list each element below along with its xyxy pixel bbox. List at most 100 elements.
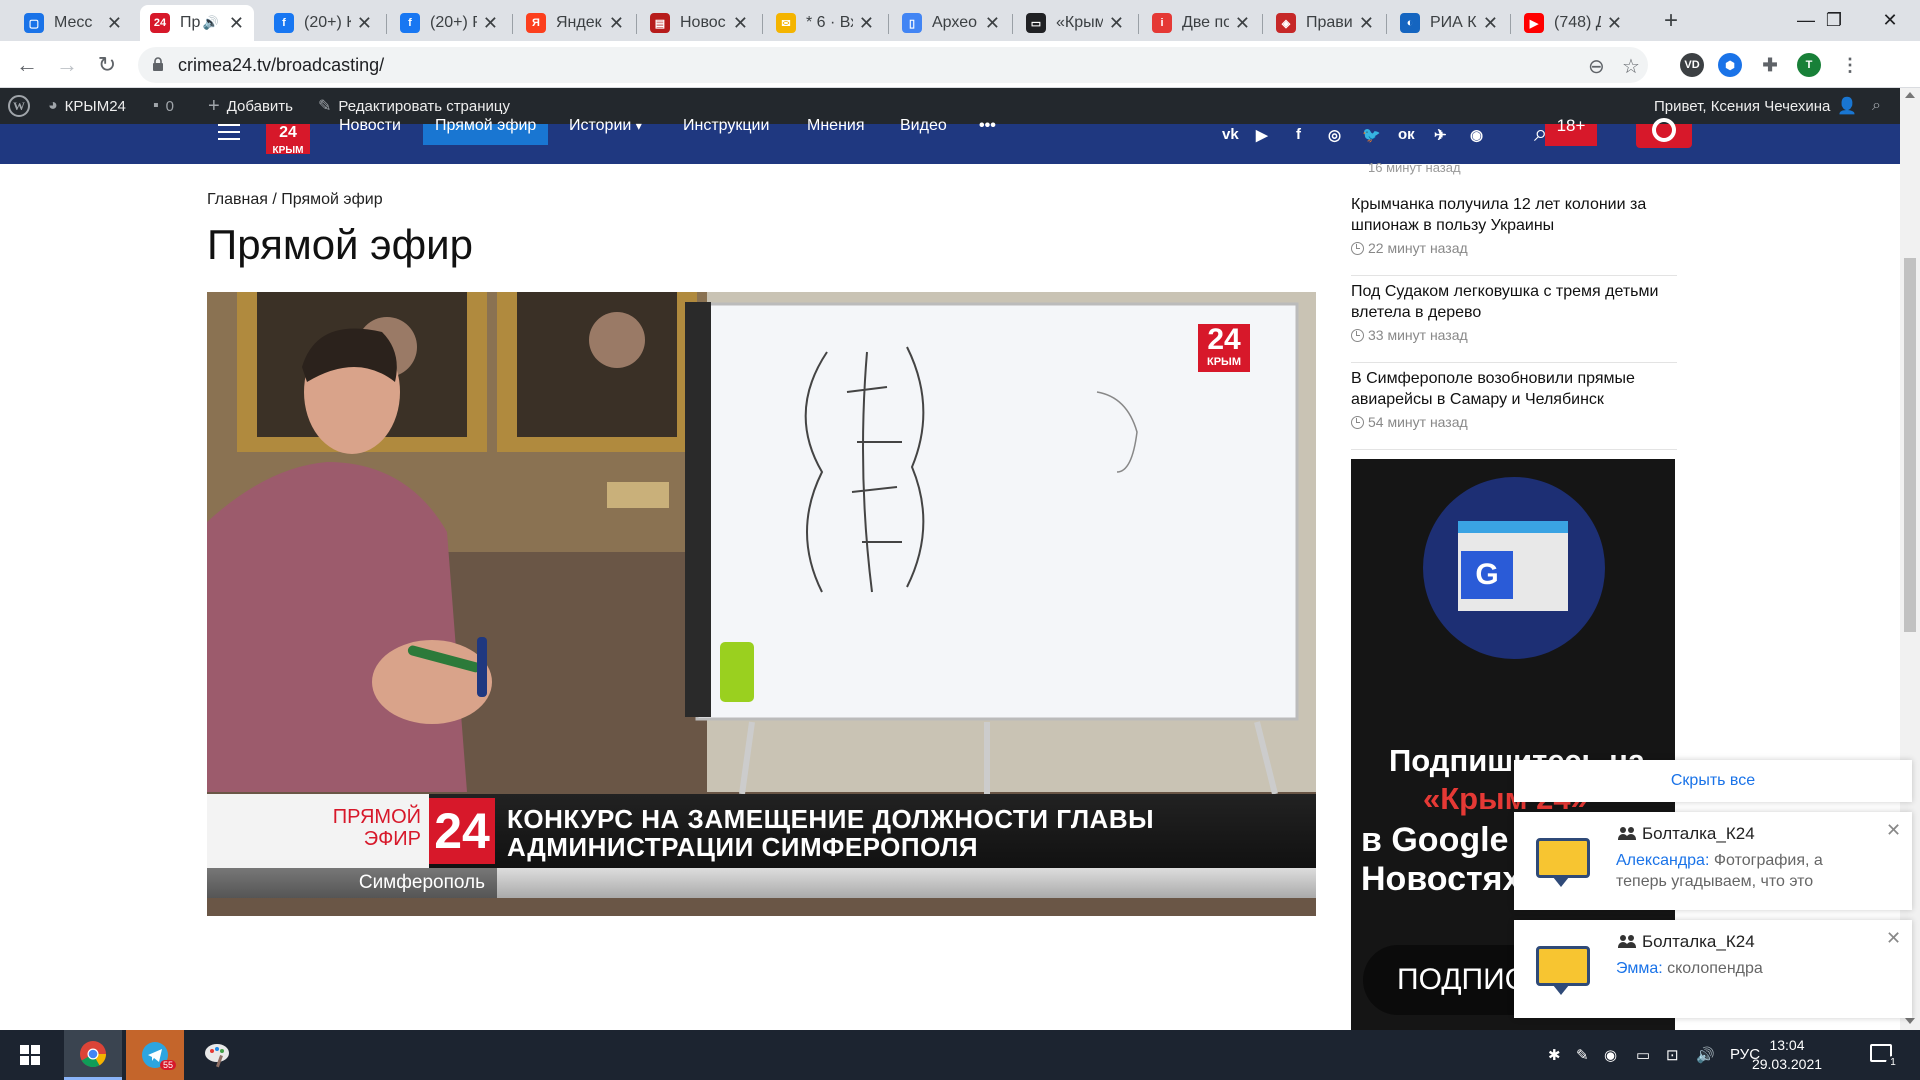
- chat-notification[interactable]: Болталка_К24 Эмма: сколопендра ✕: [1514, 920, 1912, 1018]
- forward-button[interactable]: →: [52, 50, 82, 80]
- taskbar-chrome[interactable]: [64, 1030, 122, 1080]
- hide-all-notifications-button[interactable]: Скрыть все: [1514, 760, 1912, 802]
- tab-close-icon[interactable]: ✕: [357, 13, 372, 34]
- nav-video[interactable]: Видео: [900, 118, 947, 146]
- tab-audio-icon[interactable]: 🔊: [203, 15, 219, 31]
- window-close-button[interactable]: ✕: [1862, 0, 1918, 40]
- tab-close-icon[interactable]: ✕: [483, 13, 498, 34]
- puzzle-icon[interactable]: ✚: [1758, 53, 1782, 77]
- reload-button[interactable]: ↻: [92, 50, 122, 80]
- tab-close-icon[interactable]: ✕: [1235, 13, 1250, 34]
- close-icon[interactable]: ✕: [1886, 820, 1901, 841]
- wordpress-logo-icon[interactable]: W: [8, 88, 30, 124]
- nav-news[interactable]: Новости: [339, 118, 401, 146]
- window-maximize-button[interactable]: ❐: [1806, 0, 1862, 40]
- network-icon[interactable]: ⊡: [1666, 1046, 1679, 1064]
- instagram-icon[interactable]: ◎: [1328, 126, 1341, 144]
- wp-search-icon[interactable]: ⌕: [1872, 88, 1881, 124]
- windows-start-icon[interactable]: [20, 1045, 40, 1065]
- browser-tab[interactable]: i Две по ✕: [1142, 5, 1260, 41]
- browser-tab[interactable]: ▤ Новос ✕: [640, 5, 758, 41]
- vk-icon[interactable]: vk: [1222, 126, 1239, 143]
- profile-extension-icon[interactable]: ⬢: [1718, 53, 1742, 77]
- address-bar[interactable]: crimea24.tv/broadcasting/ ⊖ ☆: [138, 47, 1648, 83]
- breadcrumb-home[interactable]: Главная: [207, 191, 268, 208]
- tab-title: Новос: [680, 14, 726, 31]
- back-button[interactable]: ←: [12, 50, 42, 80]
- facebook-icon[interactable]: f: [1296, 126, 1301, 143]
- zoom-icon[interactable]: ⊖: [1588, 54, 1605, 79]
- browser-tab[interactable]: ◐ РИА К ✕: [1390, 5, 1508, 41]
- browser-tab[interactable]: ◈ Прави ✕: [1266, 5, 1384, 41]
- action-center-icon[interactable]: 1: [1870, 1044, 1900, 1070]
- scroll-down-icon[interactable]: [1905, 1018, 1915, 1024]
- wp-add-new[interactable]: + Добавить: [208, 88, 293, 124]
- wp-site-name[interactable]: ◕ КРЫМ24: [48, 88, 126, 124]
- news-item[interactable]: Под Судаком легковушка с тремя детьми вл…: [1351, 281, 1677, 363]
- browser-tab[interactable]: Я Яндек ✕: [516, 5, 634, 41]
- telegram-icon[interactable]: ✈: [1434, 126, 1447, 144]
- youtube-icon[interactable]: ▶: [1256, 126, 1268, 144]
- video-player[interactable]: 24 КРЫМ ПРЯМОЙ ЭФИР 24 КОНКУРС НА ЗАМЕЩЕ…: [207, 292, 1316, 916]
- scroll-up-icon[interactable]: [1905, 92, 1915, 98]
- tab-close-icon[interactable]: ✕: [985, 13, 1000, 34]
- tab-close-icon[interactable]: ✕: [1483, 13, 1498, 34]
- taskbar-clock[interactable]: 13:04 29.03.2021: [1744, 1036, 1830, 1074]
- rss-icon[interactable]: ◉: [1470, 126, 1483, 144]
- odnoklassniki-icon[interactable]: ок: [1398, 126, 1415, 143]
- tab-favicon-icon: ◐: [1400, 13, 1420, 33]
- menu-dots-icon[interactable]: ⋮: [1838, 53, 1862, 77]
- news-title[interactable]: Под Судаком легковушка с тремя детьми вл…: [1351, 281, 1677, 323]
- browser-tab[interactable]: ▢ Месс ✕: [14, 5, 132, 41]
- site-logo[interactable]: 24 КРЫМ: [266, 124, 310, 156]
- battery-icon[interactable]: ▭: [1636, 1046, 1650, 1064]
- news-title[interactable]: В Симферополе возобновили прямые авиарей…: [1351, 368, 1677, 410]
- browser-tab[interactable]: ▶ (748) Д ✕: [1514, 5, 1632, 41]
- twitter-icon[interactable]: 🐦: [1362, 126, 1381, 144]
- tab-close-icon[interactable]: ✕: [107, 13, 122, 34]
- volume-icon[interactable]: 🔊: [1696, 1046, 1715, 1064]
- news-time: 22 минут назад: [1351, 240, 1677, 256]
- new-tab-button[interactable]: +: [1656, 6, 1686, 36]
- avatar-icon[interactable]: T: [1797, 53, 1821, 77]
- tab-close-icon[interactable]: ✕: [859, 13, 874, 34]
- tab-favicon-icon: 24: [150, 13, 170, 33]
- tab-close-icon[interactable]: ✕: [1109, 13, 1124, 34]
- nav-instructions[interactable]: Инструкции: [683, 118, 769, 146]
- chat-notification[interactable]: Болталка_К24 Александра: Фотография, а те…: [1514, 812, 1912, 910]
- wp-account[interactable]: Привет, Ксения Чечехина 👤: [1654, 88, 1857, 124]
- lock-icon[interactable]: [152, 56, 164, 72]
- browser-tab[interactable]: f (20+) К ✕: [264, 5, 382, 41]
- wp-comments[interactable]: ▪ 0: [153, 88, 174, 124]
- nav-live[interactable]: Прямой эфир: [423, 118, 549, 145]
- news-title[interactable]: Крымчанка получила 12 лет колонии за шпи…: [1351, 194, 1677, 236]
- hamburger-menu-icon[interactable]: [218, 124, 240, 145]
- scrollbar-thumb[interactable]: [1904, 258, 1916, 632]
- tab-close-icon[interactable]: ✕: [229, 13, 244, 34]
- browser-tab[interactable]: 24 Пр 🔊 ✕: [140, 5, 254, 41]
- pen-icon[interactable]: ✎: [1576, 1046, 1589, 1064]
- browser-tab[interactable]: ▭ «Крым ✕: [1016, 5, 1134, 41]
- tab-close-icon[interactable]: ✕: [609, 13, 624, 34]
- tab-close-icon[interactable]: ✕: [733, 13, 748, 34]
- browser-tab[interactable]: f (20+) Р ✕: [390, 5, 508, 41]
- tab-close-icon[interactable]: ✕: [1359, 13, 1374, 34]
- browser-tab[interactable]: ▯ Архео ✕: [892, 5, 1010, 41]
- nav-more-icon[interactable]: •••: [979, 118, 996, 146]
- bluetooth-icon[interactable]: ✱: [1548, 1046, 1561, 1064]
- taskbar-telegram[interactable]: 55: [126, 1030, 184, 1080]
- tab-close-icon[interactable]: ✕: [1607, 13, 1622, 34]
- taskbar-paint[interactable]: [188, 1030, 246, 1080]
- vpn-extension-icon[interactable]: VD: [1680, 53, 1704, 77]
- close-icon[interactable]: ✕: [1886, 928, 1901, 949]
- news-item[interactable]: Крымчанка получила 12 лет колонии за шпи…: [1351, 194, 1677, 276]
- security-icon[interactable]: ◉: [1604, 1046, 1617, 1064]
- live-broadcast-button[interactable]: [1636, 118, 1692, 148]
- tab-title: Яндек: [556, 14, 602, 31]
- nav-stories[interactable]: Истории ▾: [569, 118, 642, 146]
- news-item[interactable]: В Симферополе возобновили прямые авиарей…: [1351, 368, 1677, 450]
- browser-tab[interactable]: ✉ * 6 · Вх ✕: [766, 5, 884, 41]
- video-headline: КОНКУРС НА ЗАМЕЩЕНИЕ ДОЛЖНОСТИ ГЛАВЫ АДМ…: [507, 805, 1307, 861]
- nav-opinions[interactable]: Мнения: [807, 118, 865, 146]
- bookmark-star-icon[interactable]: ☆: [1622, 54, 1640, 79]
